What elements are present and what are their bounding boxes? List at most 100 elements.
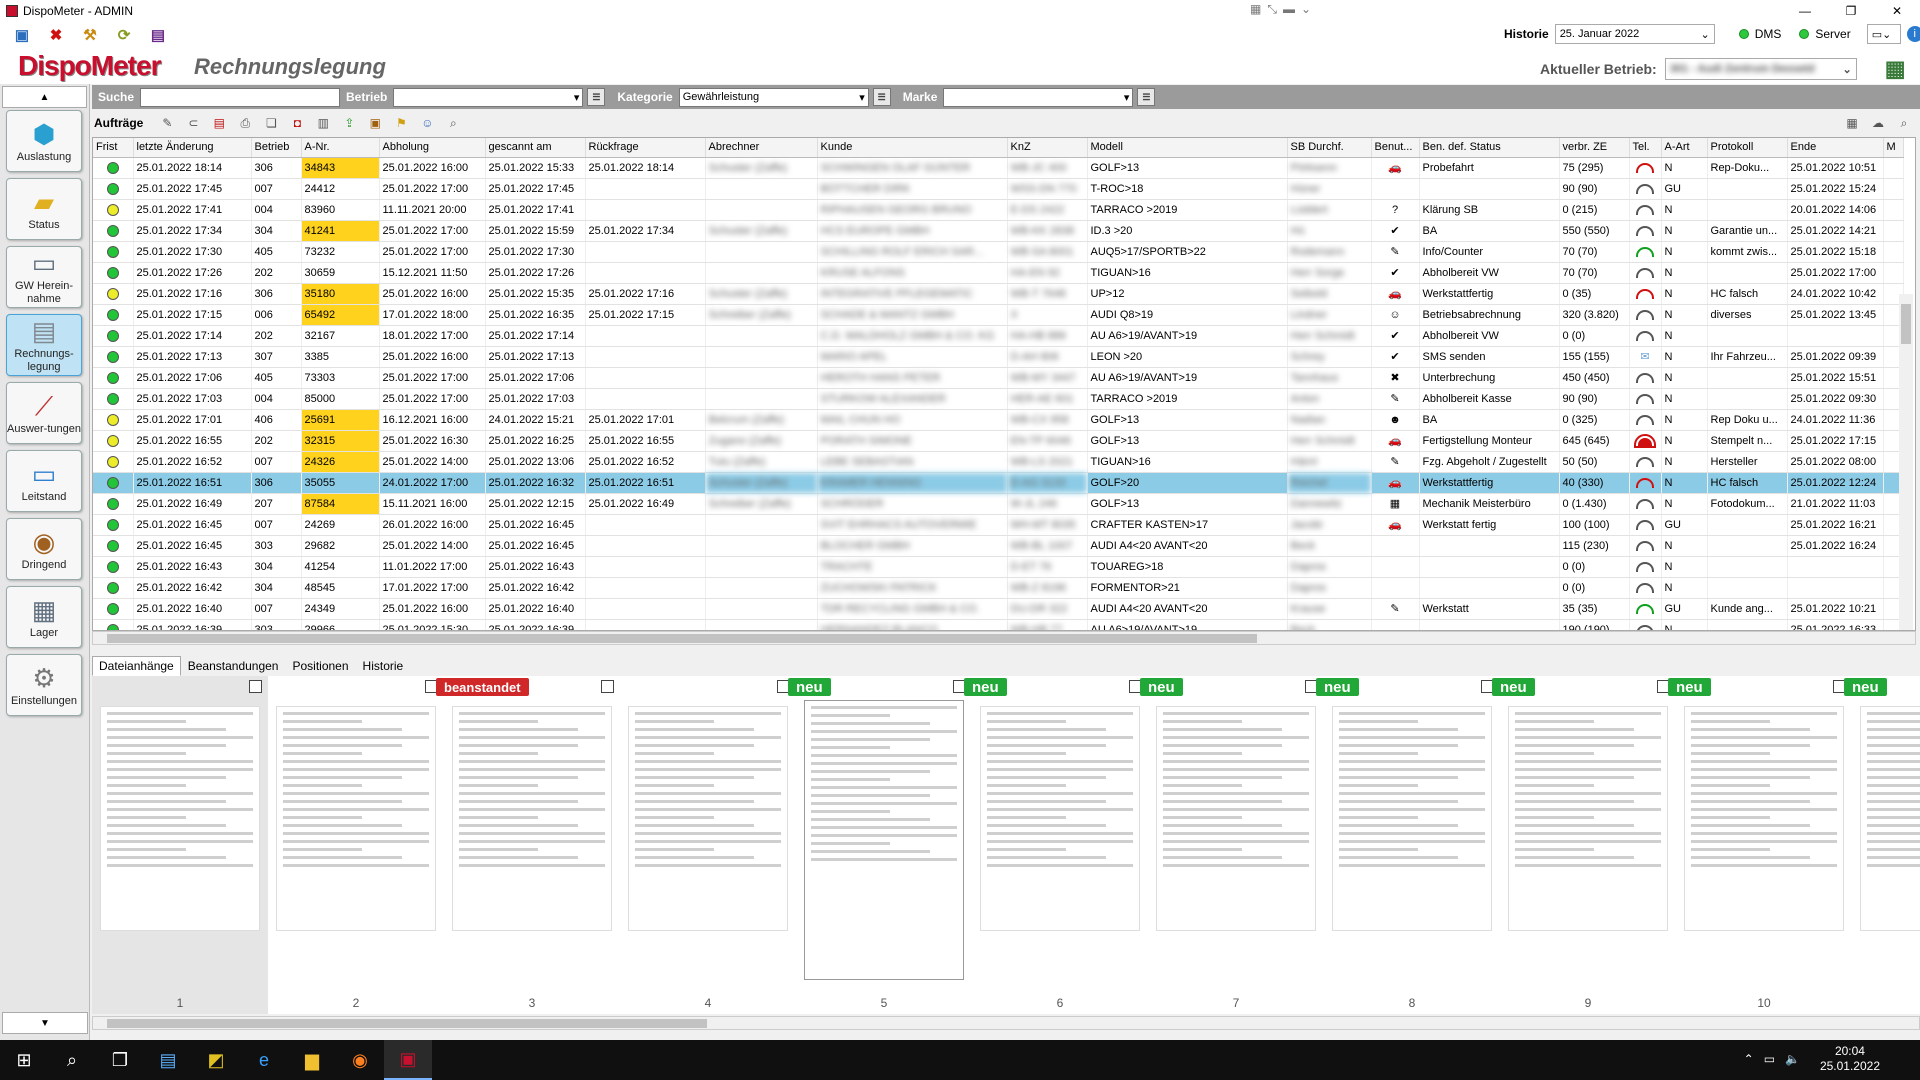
attachment-thumbnail[interactable]: neu 7 bbox=[1140, 676, 1324, 1014]
table-row[interactable]: 25.01.2022 16:42 304 48545 17.01.2022 17:00… bbox=[93, 577, 1904, 599]
table-row[interactable]: 25.01.2022 16:55 202 32315 25.01.2022 16:30… bbox=[93, 430, 1904, 452]
files-app-icon[interactable]: ▤ bbox=[144, 1040, 192, 1080]
sidebar-item-monitor[interactable]: ▭ Leitstand bbox=[6, 450, 82, 512]
tab-historie[interactable]: Historie bbox=[356, 656, 411, 676]
sidebar-item-cube[interactable]: ⬢ Auslastung bbox=[6, 110, 82, 172]
column-header[interactable]: Ende bbox=[1787, 138, 1884, 158]
attachment-thumbnail[interactable]: neu 9 bbox=[1492, 676, 1676, 1014]
column-header[interactable]: letzte Änderung bbox=[133, 138, 252, 158]
column-header[interactable]: Ben. def. Status bbox=[1419, 138, 1560, 158]
table-row[interactable]: 25.01.2022 17:45 007 24412 25.01.2022 17:00… bbox=[93, 178, 1904, 200]
column-header[interactable]: SB Durchf. bbox=[1287, 138, 1372, 158]
horizontal-scrollbar[interactable] bbox=[92, 631, 1916, 645]
column-header[interactable]: Tel. bbox=[1629, 138, 1662, 158]
betrieb-filter-select[interactable]: ▾ bbox=[393, 87, 584, 107]
archive-icon[interactable]: ▥ bbox=[315, 115, 331, 131]
scroll-up-button[interactable]: ▲ bbox=[2, 86, 87, 108]
attachment-thumbnail[interactable]: 4 bbox=[620, 676, 796, 1014]
sidebar-item-alert[interactable]: ◉ Dringend bbox=[6, 518, 82, 580]
attachment-checkbox[interactable] bbox=[601, 680, 614, 693]
sidebar-item-folder[interactable]: ▰ Status bbox=[6, 178, 82, 240]
table-row[interactable]: 25.01.2022 17:01 406 25691 16.12.2021 16:00… bbox=[93, 409, 1904, 431]
marke-select[interactable]: ▾ bbox=[943, 87, 1134, 107]
volume-icon[interactable]: 🔈 bbox=[1785, 1052, 1800, 1066]
zoom-icon[interactable]: ⌕ bbox=[1896, 115, 1912, 131]
column-header[interactable]: KnZ bbox=[1007, 138, 1088, 158]
sidebar-item-gear[interactable]: ⚙ Einstellungen bbox=[6, 654, 82, 716]
sidebar-item-chart[interactable]: ⟋ Auswer-tungen bbox=[6, 382, 82, 444]
column-header[interactable]: verbr. ZE bbox=[1559, 138, 1630, 158]
table-row[interactable]: 25.01.2022 17:03 004 85000 25.01.2022 17:00… bbox=[93, 388, 1904, 410]
windows-start-icon[interactable]: ⊞ bbox=[0, 1040, 48, 1080]
table-row[interactable]: 25.01.2022 17:15 006 65492 17.01.2022 18:00… bbox=[93, 304, 1904, 326]
list-icon[interactable]: ☰ bbox=[872, 88, 891, 106]
tab-beanstandungen[interactable]: Beanstandungen bbox=[181, 656, 286, 676]
attachment-thumbnail[interactable]: neu bbox=[1844, 676, 1920, 1014]
pdf-icon[interactable]: ▤ bbox=[211, 115, 227, 131]
users-icon[interactable]: ☺ bbox=[419, 115, 435, 131]
minimize-button[interactable]: — bbox=[1782, 0, 1828, 21]
column-header[interactable]: A-Nr. bbox=[301, 138, 380, 158]
table-row[interactable]: 25.01.2022 16:40 007 24349 25.01.2022 16:00… bbox=[93, 598, 1904, 620]
grid-icon[interactable]: ▦ bbox=[1250, 2, 1261, 17]
info-icon[interactable]: i bbox=[1906, 26, 1920, 42]
table-row[interactable]: 25.01.2022 17:16 306 35180 25.01.2022 16:00… bbox=[93, 283, 1904, 305]
column-header[interactable]: Abrechner bbox=[705, 138, 818, 158]
column-header[interactable]: Modell bbox=[1087, 138, 1288, 158]
table-row[interactable]: 25.01.2022 16:45 007 24269 26.01.2022 16:00… bbox=[93, 514, 1904, 536]
attachment-checkbox[interactable] bbox=[249, 680, 262, 693]
firefox-icon[interactable]: ◉ bbox=[336, 1040, 384, 1080]
edge-icon[interactable]: e bbox=[240, 1040, 288, 1080]
calculator-icon[interactable]: ▦ bbox=[1885, 56, 1906, 82]
tab-dateianhänge[interactable]: Dateianhänge bbox=[92, 656, 181, 676]
table-row[interactable]: 25.01.2022 17:13 307 3385 25.01.2022 16:00 2… bbox=[93, 346, 1904, 368]
explorer-icon[interactable]: ▆ bbox=[288, 1040, 336, 1080]
layout-icon[interactable]: ▣ bbox=[12, 25, 32, 45]
table-row[interactable]: 25.01.2022 16:51 306 35055 24.01.2022 17:00… bbox=[93, 472, 1904, 494]
column-header[interactable]: Benut... bbox=[1371, 138, 1420, 158]
table-row[interactable]: 25.01.2022 18:14 306 34843 25.01.2022 16:00… bbox=[93, 157, 1904, 179]
search-icon[interactable]: ⌕ bbox=[48, 1040, 96, 1080]
table-row[interactable]: 25.01.2022 17:34 304 41241 25.01.2022 17:00… bbox=[93, 220, 1904, 242]
sidebar-item-basket[interactable]: ▦ Lager bbox=[6, 586, 82, 648]
minimize-icon[interactable]: ▬ bbox=[1283, 2, 1295, 17]
stamp-icon[interactable]: ◘ bbox=[289, 115, 305, 131]
columns-icon[interactable]: ▦ bbox=[1844, 115, 1860, 131]
table-row[interactable]: 25.01.2022 17:41 004 83960 11.11.2021 20:00… bbox=[93, 199, 1904, 221]
layout-controls[interactable]: ▦ ⤡ ▬ ⌄ bbox=[1250, 2, 1311, 17]
close-x-icon[interactable]: ✖ bbox=[46, 25, 66, 45]
edit-icon[interactable]: ✎ bbox=[159, 115, 175, 131]
link-icon[interactable]: ⊂ bbox=[185, 115, 201, 131]
network-icon[interactable]: ▭ bbox=[1764, 1052, 1775, 1066]
tool-app-icon[interactable]: ◩ bbox=[192, 1040, 240, 1080]
table-row[interactable]: 25.01.2022 17:26 202 30659 15.12.2021 11:50… bbox=[93, 262, 1904, 284]
table-row[interactable]: 25.01.2022 16:52 007 24326 25.01.2022 14:00… bbox=[93, 451, 1904, 473]
box-icon[interactable]: ▣ bbox=[367, 115, 383, 131]
attachment-thumbnail[interactable]: 1 bbox=[92, 676, 268, 1014]
export-icon[interactable]: ⇪ bbox=[341, 115, 357, 131]
attachment-thumbnail[interactable]: neu 5 bbox=[788, 676, 972, 1014]
attachment-thumbnail[interactable]: beanstandet 3 bbox=[436, 676, 620, 1014]
close-button[interactable]: ✕ bbox=[1874, 0, 1920, 21]
list-icon[interactable]: ☰ bbox=[1137, 88, 1156, 106]
scroll-down-button[interactable]: ▼ bbox=[2, 1012, 88, 1034]
attachment-thumbnail[interactable]: neu 8 bbox=[1316, 676, 1500, 1014]
column-header[interactable]: Frist bbox=[93, 138, 134, 158]
table-row[interactable]: 25.01.2022 16:45 303 29682 25.01.2022 14:00… bbox=[93, 535, 1904, 557]
chevron-up-icon[interactable]: ⌃ bbox=[1744, 1052, 1754, 1066]
table-row[interactable]: 25.01.2022 16:39 303 29966 25.01.2022 15:30… bbox=[93, 619, 1904, 630]
column-header[interactable]: gescannt am bbox=[485, 138, 586, 158]
historie-date-picker[interactable]: 25. Januar 2022 ⌄ bbox=[1554, 24, 1715, 44]
book-icon[interactable]: ▤ bbox=[148, 25, 168, 45]
table-row[interactable]: 25.01.2022 17:30 405 73232 25.01.2022 17:00… bbox=[93, 241, 1904, 263]
attachments-scrollbar[interactable] bbox=[92, 1016, 1920, 1030]
betrieb-select[interactable]: 301 - Audi Zentrum Dessetd ⌄ bbox=[1664, 58, 1857, 80]
list-icon[interactable]: ☰ bbox=[587, 88, 606, 106]
column-header[interactable]: Betrieb bbox=[251, 138, 302, 158]
tab-positionen[interactable]: Positionen bbox=[285, 656, 355, 676]
refresh-icon[interactable]: ⟳ bbox=[114, 25, 134, 45]
clock[interactable]: 20:04 25.01.2022 bbox=[1820, 1044, 1880, 1074]
chevron-down-icon[interactable]: ⌄ bbox=[1301, 2, 1311, 17]
task-view-icon[interactable]: ❐ bbox=[96, 1040, 144, 1080]
dispometer-taskbar-icon[interactable]: ▣ bbox=[384, 1040, 432, 1080]
